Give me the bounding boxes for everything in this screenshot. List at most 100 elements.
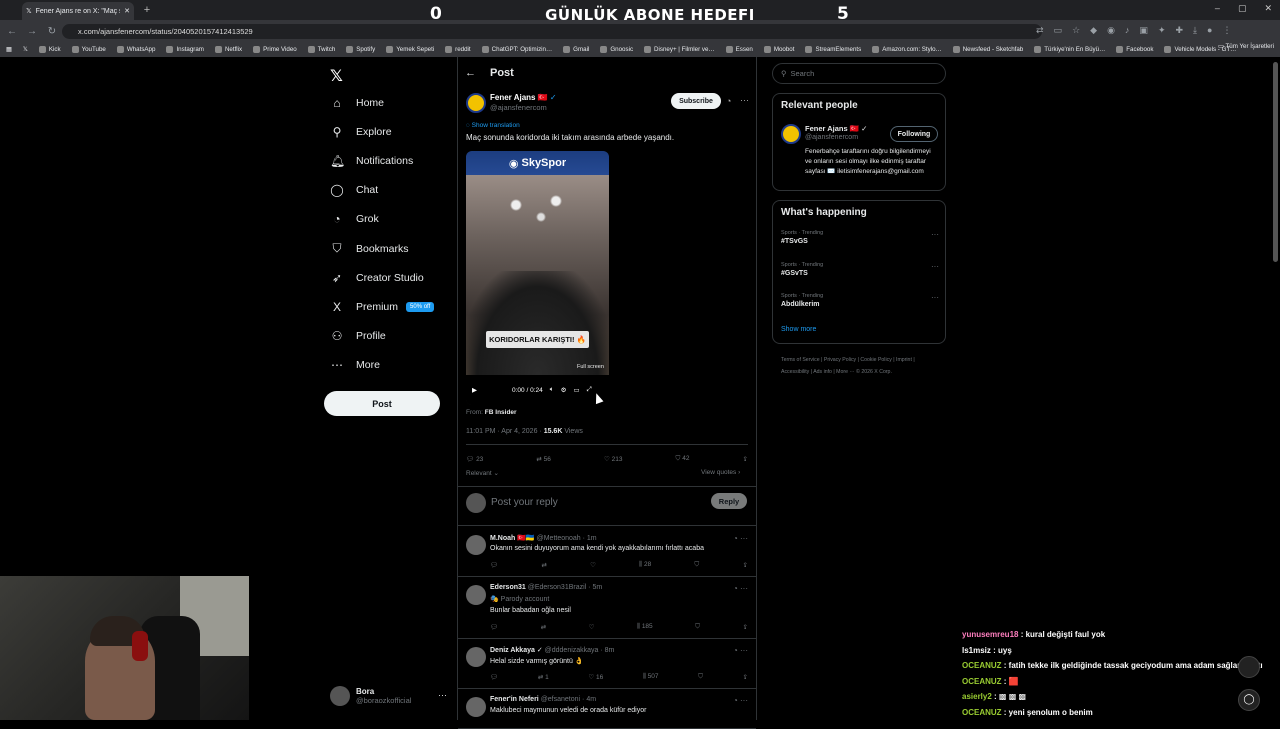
reply-action[interactable]: 💬︎ 23 — [466, 455, 483, 463]
grok-icon[interactable]: ◔ ··· — [733, 696, 748, 705]
repost-action[interactable]: ⇄ — [541, 623, 546, 631]
bookmark-item[interactable]: Yemek Sepeti — [386, 46, 434, 53]
more-icon[interactable]: ··· — [931, 293, 939, 302]
bookmark-item[interactable]: Spotify — [346, 46, 375, 53]
views-action[interactable]: ⫼ 28 — [639, 561, 651, 569]
sidebar-item-notifications[interactable]: 🔔︎ Notifications — [330, 154, 413, 168]
account-switcher[interactable]: Bora @boraozkofficial — [330, 686, 411, 706]
bookmark-item[interactable]: Kick — [38, 46, 61, 53]
bookmark-item[interactable]: YouTube — [71, 46, 106, 53]
bookmark-item[interactable]: Moobot — [763, 46, 794, 53]
avatar[interactable] — [466, 585, 486, 605]
show-more-link[interactable]: Show more — [781, 326, 816, 333]
grok-icon[interactable]: ◔ ··· — [733, 646, 748, 655]
reply-input[interactable]: Post your reply — [491, 497, 558, 508]
sidebar-item-premium[interactable]: X Premium 50% off — [330, 300, 435, 314]
play-icon[interactable]: ▶ — [472, 386, 477, 394]
bookmark-action[interactable]: ⛉ 42 — [676, 455, 690, 463]
reply-action[interactable]: 💬︎ — [490, 673, 498, 681]
reply-author[interactable]: M.Noah 🇹🇷🇺🇦 — [490, 535, 535, 542]
close-window-icon[interactable]: ✕ — [1264, 3, 1272, 14]
settings-icon[interactable]: ⚙ — [561, 386, 567, 394]
repost-action[interactable]: ⇄ 56 — [536, 455, 551, 463]
sidebar-item-creator-studio[interactable]: ➶ Creator Studio — [330, 271, 424, 285]
avatar[interactable] — [466, 697, 486, 717]
new-tab-icon[interactable]: + — [140, 3, 154, 17]
bookmark-item[interactable]: Netflix — [214, 46, 242, 53]
bookmark-item[interactable]: reddit — [445, 46, 471, 53]
repost-action[interactable]: ⇄ — [541, 561, 546, 569]
bookmark-item[interactable]: Amazon.com: Stylo… — [872, 46, 942, 53]
reload-icon[interactable]: ↻ — [46, 26, 58, 37]
chat-username[interactable]: yunusemreu18 — [962, 630, 1018, 639]
avatar[interactable] — [781, 124, 801, 144]
menu-icon[interactable]: ⋮ — [1222, 25, 1231, 36]
reply-action[interactable]: 💬︎ — [490, 623, 498, 631]
like-action[interactable]: ♡ 16 — [588, 673, 603, 681]
browser-tab[interactable]: 𝕏 Fener Ajans re on X: "Maç sonu… ✕ — [22, 2, 134, 20]
like-action[interactable]: ♡ 213 — [604, 455, 623, 463]
bookmark-item[interactable]: Disney+ | Filmler ve… — [644, 46, 715, 53]
search-input[interactable]: ⚲ Search — [772, 63, 946, 84]
apps-icon[interactable]: ▦ — [6, 46, 12, 53]
x-bookmark-icon[interactable]: 𝕏 — [23, 46, 28, 53]
like-action[interactable]: ♡ — [589, 623, 595, 631]
trend-item[interactable]: Sports · Trending #TSvGS ··· — [781, 230, 941, 245]
bookmark-item[interactable]: Instagram — [166, 46, 204, 53]
minimize-icon[interactable]: – — [1215, 3, 1220, 14]
extension-icon[interactable]: ◆ — [1090, 25, 1097, 36]
chat-username[interactable]: ls1msiz — [962, 646, 991, 655]
maximize-icon[interactable]: ▢ — [1238, 3, 1247, 14]
more-icon[interactable]: ··· — [931, 230, 939, 239]
avatar[interactable] — [466, 535, 486, 555]
star-icon[interactable]: ☆ — [1072, 25, 1080, 36]
all-bookmarks[interactable]: ▭ Tüm Yer İşaretleri — [1218, 43, 1274, 50]
extension-icon[interactable]: ◉ — [1107, 25, 1115, 36]
sort-dropdown[interactable]: Relevant ⌄ — [466, 469, 499, 477]
reply-item[interactable]: Fener'in Neferi @efsanetoni · 4m ◔ ··· Mak… — [458, 689, 756, 729]
chat-bubble-icon[interactable]: ◯ — [1238, 689, 1260, 711]
chat-username[interactable]: asierly2 — [962, 692, 992, 701]
relevant-name[interactable]: Fener Ajans 🇹🇷 ✓ — [805, 124, 867, 133]
view-quotes-link[interactable]: View quotes › — [701, 469, 740, 476]
x-logo[interactable]: 𝕏 — [330, 66, 343, 86]
like-action[interactable]: ♡ — [590, 561, 596, 569]
views-action[interactable]: ⫼ 185 — [637, 623, 653, 631]
bookmark-item[interactable]: Newsfeed - Sketchfab — [952, 46, 1023, 53]
profile-icon[interactable]: ● — [1207, 25, 1212, 36]
sidebar-item-grok[interactable]: ◔ Grok — [330, 212, 378, 226]
chat-username[interactable]: OCEANUZ — [962, 661, 1002, 670]
bookmark-item[interactable]: WhatsApp — [116, 46, 155, 53]
extension-icon[interactable]: ♪ — [1125, 25, 1130, 36]
pip-icon[interactable]: ▭ — [573, 386, 579, 394]
reply-item[interactable]: Ederson31 @Ederson31Brazil · 5m ◔ ··· 🎭 Pa… — [458, 577, 756, 639]
volume-icon[interactable]: 🔈︎ — [550, 386, 554, 394]
back-icon[interactable]: ← — [6, 26, 18, 37]
grok-icon[interactable]: ◔ ··· — [733, 584, 748, 593]
timestamp-text[interactable]: 11:01 PM · Apr 4, 2026 · — [466, 428, 544, 435]
chat-username[interactable]: OCEANUZ — [962, 677, 1002, 686]
translate-icon[interactable]: ⇄ — [1036, 25, 1044, 36]
subscribe-button[interactable]: Subscribe — [671, 93, 721, 109]
download-icon[interactable]: ⤓ — [1193, 25, 1197, 36]
trend-item[interactable]: Sports · Trending Abdülkerim ··· — [781, 293, 941, 308]
sidebar-item-chat[interactable]: ◯ Chat — [330, 183, 378, 197]
reply-action[interactable]: 💬︎ — [490, 561, 498, 569]
sidebar-item-profile[interactable]: ⚇ Profile — [330, 329, 386, 343]
address-bar[interactable]: x.com/ajansfenercom/status/2040520157412… — [62, 24, 1042, 39]
more-icon[interactable]: ··· — [438, 690, 447, 700]
reply-author[interactable]: Fener'in Neferi — [490, 696, 539, 703]
bookmark-item[interactable]: Essen — [725, 46, 753, 53]
fullscreen-icon[interactable]: ⤢ — [587, 386, 592, 394]
bookmark-action[interactable]: ⛉ — [695, 623, 700, 631]
share-icon[interactable]: ⇪ — [743, 455, 748, 463]
relevant-handle[interactable]: @ajansfenercom — [805, 134, 858, 141]
reply-item[interactable]: M.Noah 🇹🇷🇺🇦 @Metteonoah · 1m ◔ ··· Okanın … — [458, 527, 756, 577]
bookmark-item[interactable]: Twitch — [307, 46, 335, 53]
author-handle[interactable]: @ajansfenercom — [490, 103, 547, 112]
share-action[interactable]: ⇪ — [742, 561, 747, 569]
reply-item[interactable]: Deniz Akkaya ✓ @dddenizakkaya · 8m ◔ ··· H… — [458, 639, 756, 689]
sidebar-item-home[interactable]: ⌂ Home — [330, 96, 384, 110]
chat-username[interactable]: OCEANUZ — [962, 708, 1002, 717]
following-button[interactable]: Following — [890, 126, 938, 142]
